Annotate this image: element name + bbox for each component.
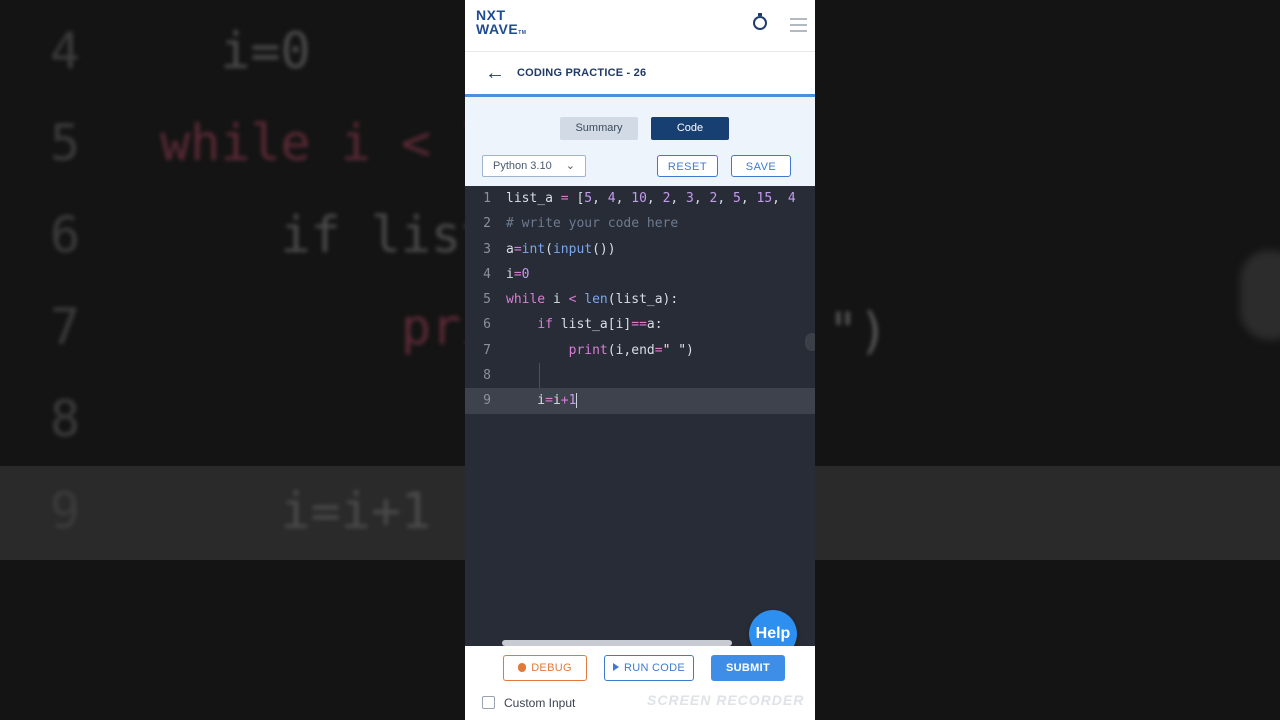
- title-bar: ← CODING PRACTICE - 26: [465, 52, 815, 97]
- code-line[interactable]: 4 i=0: [465, 262, 815, 287]
- code-line[interactable]: 5 while i < len(list_a):: [465, 287, 815, 312]
- chevron-down-icon: ⌄: [565, 160, 575, 172]
- side-handle[interactable]: [805, 333, 815, 351]
- code-line[interactable]: 1 list_a = [5, 4, 10, 2, 3, 2, 5, 15, 4: [465, 186, 815, 211]
- stopwatch-icon[interactable]: [753, 13, 767, 30]
- custom-input-toggle[interactable]: Custom Input: [482, 696, 575, 710]
- watermark: SCREEN RECORDER: [647, 692, 805, 708]
- hamburger-icon[interactable]: [790, 18, 807, 36]
- bg-blob: [1240, 250, 1280, 340]
- code-line[interactable]: 7 print(i,end=" "): [465, 338, 815, 363]
- app-panel: NXT WAVETM ← CODING PRACTICE - 26 Summar…: [465, 0, 815, 720]
- reset-button[interactable]: RESET: [657, 155, 718, 177]
- code-line[interactable]: 8: [465, 363, 815, 389]
- submit-button[interactable]: SUBMIT: [711, 655, 785, 681]
- editor-toolbar: Summary Code Python 3.10 ⌄ RESET SAVE: [465, 97, 815, 186]
- tab-code[interactable]: Code: [651, 117, 729, 140]
- debug-button[interactable]: DEBUG: [503, 655, 587, 681]
- tab-summary[interactable]: Summary: [560, 117, 638, 140]
- run-code-button[interactable]: RUN CODE: [604, 655, 694, 681]
- bg-fragment: "): [828, 302, 889, 360]
- top-bar: NXT WAVETM: [465, 0, 815, 52]
- code-line-active[interactable]: 9 i=i+1: [465, 388, 815, 414]
- checkbox[interactable]: [482, 696, 495, 709]
- footer-actions: DEBUG RUN CODE SUBMIT Custom Input SCREE…: [465, 646, 815, 720]
- code-line[interactable]: 6 if list_a[i]==a:: [465, 312, 815, 337]
- text-cursor: [576, 393, 578, 409]
- save-button[interactable]: SAVE: [731, 155, 791, 177]
- page-title: CODING PRACTICE - 26: [517, 67, 647, 79]
- code-editor[interactable]: 1 list_a = [5, 4, 10, 2, 3, 2, 5, 15, 4 2…: [465, 186, 815, 646]
- language-value: Python 3.10: [493, 160, 552, 172]
- nxtwave-logo[interactable]: NXT WAVETM: [476, 8, 526, 40]
- language-select[interactable]: Python 3.10 ⌄: [482, 155, 586, 177]
- bug-icon: [518, 663, 527, 672]
- code-line[interactable]: 3 a=int(input()): [465, 237, 815, 262]
- code-line[interactable]: 2 # write your code here: [465, 211, 815, 236]
- back-arrow-icon[interactable]: ←: [485, 62, 505, 85]
- play-icon: [612, 663, 619, 671]
